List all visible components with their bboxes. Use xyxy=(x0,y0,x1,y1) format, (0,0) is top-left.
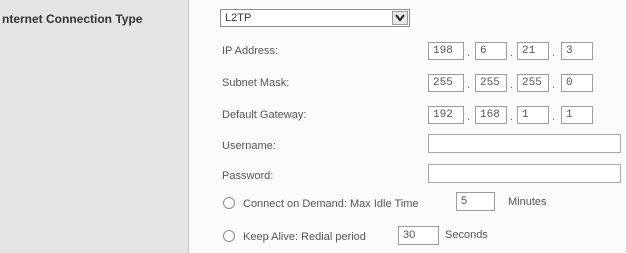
octet-separator: . xyxy=(467,79,471,91)
connect-on-demand-label: Connect on Demand: Max Idle Time xyxy=(243,198,419,210)
max-idle-time-input[interactable]: 5 xyxy=(456,192,495,211)
octet-separator: . xyxy=(510,47,514,59)
connect-on-demand-radio[interactable] xyxy=(223,197,235,209)
password-input[interactable] xyxy=(428,164,621,183)
subnet-mask-octet-2[interactable]: 255 xyxy=(475,74,507,92)
octet-separator: . xyxy=(552,47,556,59)
default-gateway-label: Default Gateway: xyxy=(222,109,307,121)
chevron-down-icon[interactable] xyxy=(392,11,408,25)
octet-separator: . xyxy=(552,79,556,91)
ip-address-label: IP Address: xyxy=(222,45,279,57)
default-gateway-octet-2[interactable]: 168 xyxy=(475,106,507,124)
connection-type-select[interactable]: L2TP xyxy=(220,9,410,27)
label-column: nternet Connection Type xyxy=(0,0,189,253)
username-input[interactable] xyxy=(428,134,621,153)
max-idle-time-unit: Minutes xyxy=(508,196,547,208)
default-gateway-octet-1[interactable]: 192 xyxy=(428,106,464,124)
keep-alive-label: Keep Alive: Redial period xyxy=(243,231,366,243)
ip-address-octet-1[interactable]: 198 xyxy=(428,42,464,60)
octet-separator: . xyxy=(552,111,556,123)
octet-separator: . xyxy=(510,111,514,123)
subnet-mask-octet-3[interactable]: 255 xyxy=(517,74,549,92)
redial-period-unit: Seconds xyxy=(445,229,488,241)
octet-separator: . xyxy=(467,111,471,123)
settings-column xyxy=(189,0,625,253)
subnet-mask-octet-4[interactable]: 0 xyxy=(561,74,593,92)
default-gateway-octet-3[interactable]: 1 xyxy=(517,106,549,124)
keep-alive-radio[interactable] xyxy=(223,230,235,242)
section-title: nternet Connection Type xyxy=(2,12,143,26)
ip-address-octet-3[interactable]: 21 xyxy=(517,42,549,60)
octet-separator: . xyxy=(510,79,514,91)
password-label: Password: xyxy=(222,170,274,182)
default-gateway-octet-4[interactable]: 1 xyxy=(561,106,593,124)
connection-type-value: L2TP xyxy=(225,12,252,24)
ip-address-octet-4[interactable]: 3 xyxy=(561,42,593,60)
username-label: Username: xyxy=(222,140,276,152)
subnet-mask-label: Subnet Mask: xyxy=(222,77,290,89)
subnet-mask-octet-1[interactable]: 255 xyxy=(428,74,464,92)
ip-address-octet-2[interactable]: 6 xyxy=(475,42,507,60)
octet-separator: . xyxy=(467,47,471,59)
redial-period-input[interactable]: 30 xyxy=(398,226,439,245)
